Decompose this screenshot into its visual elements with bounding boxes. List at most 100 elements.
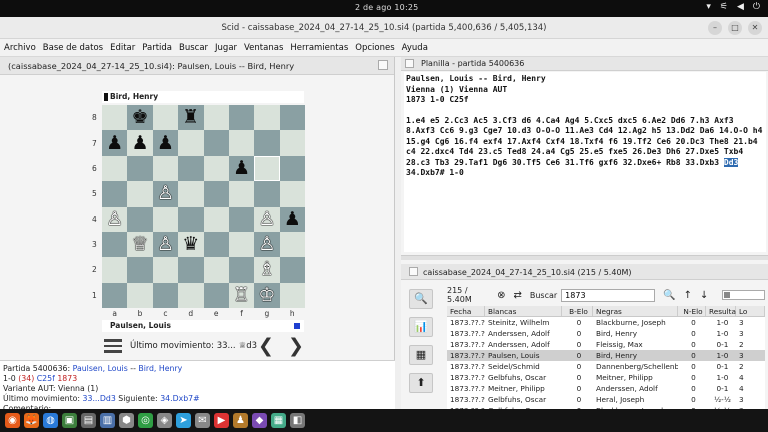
power-icon[interactable]: ⏻ bbox=[753, 2, 760, 12]
board-square[interactable]: ♙ bbox=[254, 206, 280, 232]
menu-partida[interactable]: Partida bbox=[142, 43, 172, 53]
taskbar-app-icon[interactable]: ◧ bbox=[290, 413, 305, 428]
taskbar-app-icon[interactable]: ◆ bbox=[252, 413, 267, 428]
board-square[interactable]: ♚ bbox=[127, 105, 153, 131]
taskbar-app-icon[interactable]: ▥ bbox=[100, 413, 115, 428]
menu-editar[interactable]: Editar bbox=[110, 43, 135, 53]
white-king-icon[interactable]: ♔ bbox=[258, 285, 275, 305]
black-queen-icon[interactable]: ♛ bbox=[182, 235, 199, 254]
white-pawn-icon[interactable]: ♙ bbox=[157, 184, 174, 203]
board-square[interactable] bbox=[254, 130, 280, 156]
taskbar-app-icon[interactable]: ◉ bbox=[5, 413, 20, 428]
database-tab-close-icon[interactable] bbox=[409, 267, 418, 276]
chess-board[interactable]: ♚ ♜ ♟ ♟ ♟ ♟ ♙ ♙ ♙ ♟ ♕ ♙ ♛ ♙ ♗ ♖ ♔ bbox=[102, 105, 305, 308]
white-pawn-icon[interactable]: ♙ bbox=[157, 235, 174, 254]
col-header-fecha[interactable]: Fecha bbox=[447, 306, 485, 316]
board-square[interactable] bbox=[178, 282, 204, 308]
board-square[interactable] bbox=[178, 257, 204, 283]
board-square[interactable] bbox=[152, 257, 179, 283]
board-square[interactable]: ♖ bbox=[228, 282, 255, 308]
taskbar-app-icon[interactable]: ▦ bbox=[271, 413, 286, 428]
taskbar-app-icon[interactable]: ➤ bbox=[176, 413, 191, 428]
table-row[interactable]: 1873.??.?? Gelbfuhs, Oscar 0 Heral, Joseph 0… bbox=[447, 394, 765, 405]
table-row[interactable]: 1873.??.?? Paulsen, Louis 0 Bird, Henry 0 1-0… bbox=[447, 350, 765, 361]
board-icon[interactable]: ▦ bbox=[409, 345, 433, 365]
board-square[interactable] bbox=[279, 130, 305, 156]
taskbar-app-icon[interactable]: ◎ bbox=[138, 413, 153, 428]
black-player-link[interactable]: Bird, Henry bbox=[138, 364, 182, 373]
black-pawn-icon[interactable]: ♟ bbox=[284, 209, 301, 229]
board-square[interactable]: ♟ bbox=[279, 206, 305, 232]
zoom-slider[interactable] bbox=[722, 290, 765, 300]
board-square[interactable] bbox=[102, 282, 128, 308]
board-square[interactable] bbox=[279, 257, 305, 283]
taskbar-app-icon[interactable]: ◍ bbox=[43, 413, 58, 428]
board-square[interactable] bbox=[228, 130, 255, 156]
table-row[interactable]: 1873.??.?? Gelbfuhs, Oscar 0 Meitner, Phili… bbox=[447, 372, 765, 383]
menu-base-de-datos[interactable]: Base de datos bbox=[43, 43, 103, 53]
table-row[interactable]: 1873.??.?? Seidel/Schmid 0 Dannenberg/Schel… bbox=[447, 361, 765, 372]
board-square[interactable]: ♕ bbox=[127, 231, 153, 258]
arrow-up-icon[interactable]: ↑ bbox=[684, 290, 692, 301]
board-square[interactable]: ♟ bbox=[228, 155, 255, 182]
board-square[interactable] bbox=[279, 181, 305, 207]
pgn-tab-close-icon[interactable] bbox=[405, 59, 414, 68]
board-square[interactable] bbox=[228, 105, 255, 131]
white-player-link[interactable]: Paulsen, Louis bbox=[73, 364, 128, 373]
board-square[interactable] bbox=[279, 155, 305, 182]
table-row[interactable]: 1873.??.?? Anderssen, Adolf 0 Fleissig, Max… bbox=[447, 339, 765, 350]
system-tray[interactable]: ▾ ⚟ ◀ ⏻ bbox=[706, 2, 760, 12]
board-square[interactable] bbox=[228, 257, 255, 283]
board-square[interactable] bbox=[203, 206, 229, 232]
database-tab[interactable]: caissabase_2024_04_27-14_25_10.si4 (215 … bbox=[401, 264, 768, 280]
board-square[interactable] bbox=[127, 257, 153, 283]
board-tab-close-icon[interactable] bbox=[378, 60, 388, 70]
board-square[interactable] bbox=[102, 257, 128, 283]
col-header-b-elo[interactable]: B-Elo bbox=[562, 306, 593, 316]
volume-icon[interactable]: ◀ bbox=[737, 2, 744, 12]
board-square[interactable]: ♙ bbox=[254, 231, 280, 258]
maximize-button[interactable]: □ bbox=[728, 21, 742, 35]
pgn-moves-before[interactable]: 1.e4 e5 2.Cc3 Ac5 3.Cf3 d6 4.Ca4 Ag4 5.C… bbox=[406, 116, 762, 167]
table-row[interactable]: 1873.??.?? Anderssen, Adolf 0 Bird, Henry 0 1… bbox=[447, 328, 765, 339]
table-row[interactable]: 1873.??.?? Meitner, Philipp 0 Anderssen, Ad… bbox=[447, 383, 765, 394]
col-header-resulta[interactable]: Resulta bbox=[706, 306, 736, 316]
board-square[interactable] bbox=[254, 155, 280, 182]
dropdown-icon[interactable]: ▾ bbox=[706, 2, 711, 12]
menu-archivo[interactable]: Archivo bbox=[4, 43, 36, 53]
pgn-text[interactable]: Paulsen, Louis -- Bird, Henry Vienna (1)… bbox=[404, 72, 766, 252]
board-square[interactable] bbox=[254, 105, 280, 131]
taskbar-app-icon[interactable]: ✉ bbox=[195, 413, 210, 428]
taskbar-app-icon[interactable]: 🦊 bbox=[24, 413, 39, 428]
next-move-info-link[interactable]: 34.Dxb7# bbox=[160, 394, 199, 403]
board-square[interactable]: ♛ bbox=[178, 231, 204, 258]
board-square[interactable] bbox=[178, 206, 204, 232]
board-square[interactable] bbox=[102, 231, 128, 258]
next-move-button[interactable]: ❯ bbox=[288, 335, 304, 357]
previous-move-button[interactable]: ❮ bbox=[258, 335, 274, 357]
black-pawn-icon[interactable]: ♟ bbox=[233, 158, 250, 178]
board-square[interactable] bbox=[228, 206, 255, 232]
board-square[interactable] bbox=[279, 231, 305, 258]
board-square[interactable] bbox=[178, 181, 204, 207]
pgn-tab[interactable]: Planilla - partida 5400636 bbox=[401, 57, 768, 71]
taskbar-app-icon[interactable]: ▤ bbox=[81, 413, 96, 428]
black-rook-icon[interactable]: ♜ bbox=[182, 108, 199, 127]
board-square[interactable] bbox=[127, 155, 153, 182]
menu-icon[interactable] bbox=[104, 339, 122, 353]
white-bishop-icon[interactable]: ♗ bbox=[258, 260, 275, 279]
board-square[interactable] bbox=[228, 231, 255, 258]
stats-icon[interactable]: 📊 bbox=[409, 317, 433, 337]
board-square[interactable]: ♙ bbox=[152, 181, 179, 207]
board-square[interactable] bbox=[127, 206, 153, 232]
col-header-lo[interactable]: Lo bbox=[736, 306, 765, 316]
board-square[interactable] bbox=[152, 155, 179, 182]
eco-code[interactable]: C25f bbox=[37, 374, 55, 383]
pgn-moves-after[interactable]: 34.Dxb7# 1-0 bbox=[406, 168, 464, 177]
black-pawn-icon[interactable]: ♟ bbox=[157, 133, 174, 153]
board-square[interactable] bbox=[127, 282, 153, 308]
board-square[interactable] bbox=[279, 105, 305, 131]
pane-splitter[interactable] bbox=[401, 255, 768, 260]
taskbar-app-icon[interactable]: ▶ bbox=[214, 413, 229, 428]
board-square[interactable] bbox=[203, 130, 229, 156]
